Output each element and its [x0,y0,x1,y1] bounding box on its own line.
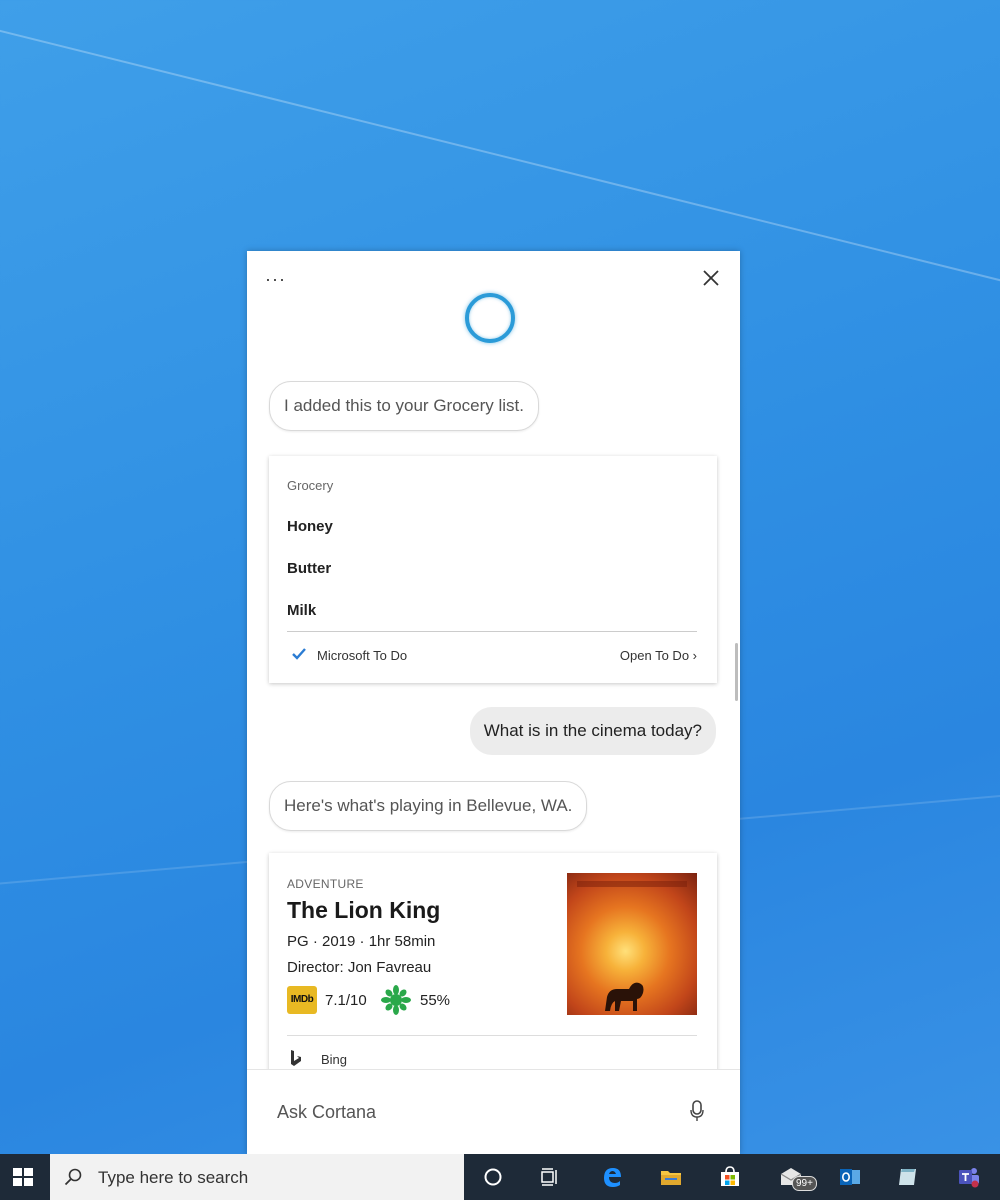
imdb-icon: IMDb [287,986,317,1014]
file-explorer-button[interactable] [648,1154,694,1200]
cortana-message: I added this to your Grocery list. [269,381,539,431]
microphone-icon[interactable] [690,1100,704,1122]
task-view-icon [541,1168,557,1186]
bing-source-label: Bing [321,1052,348,1067]
movie-title[interactable]: The Lion King [287,897,440,924]
teams-button[interactable] [946,1154,992,1200]
poster-title-band [577,881,687,887]
file-explorer-icon [661,1171,681,1185]
grocery-list-card[interactable]: Grocery Honey Butter Milk Microsoft To D… [269,456,717,683]
list-item: Milk [287,602,317,619]
search-placeholder: Type here to search [98,1168,249,1187]
outlook-button[interactable] [827,1154,873,1200]
cortana-window: ··· I added this to your Grocery list. G… [247,251,740,1154]
movie-director: Director: Jon Favreau [287,959,432,976]
conversation-area: I added this to your Grocery list. Groce… [247,361,740,1070]
cortana-message: Here's what's playing in Bellevue, WA. [269,781,588,831]
close-icon[interactable] [700,267,722,289]
card-footer: Microsoft To Do Open To Do › [287,646,697,666]
cortana-logo-icon [465,293,515,343]
open-todo-link[interactable]: Open To Do › [620,648,697,663]
more-options-button[interactable]: ··· [265,269,286,290]
taskbar: Type here to search 99+ [0,1154,1000,1200]
cortana-header: ··· [247,251,740,361]
start-button[interactable] [0,1154,46,1200]
movie-genre: ADVENTURE [287,877,364,891]
todo-source-label: Microsoft To Do [317,648,408,663]
list-title: Grocery [287,478,334,493]
store-icon [721,1166,739,1186]
edge-button[interactable] [589,1154,635,1200]
user-message: What is in the cinema today? [469,707,716,755]
mail-button[interactable]: 99+ [768,1154,817,1200]
store-button[interactable] [707,1154,753,1200]
divider [287,1035,697,1036]
teams-icon [959,1168,979,1188]
imdb-score: 7.1/10 [325,992,367,1009]
lion-silhouette-icon [605,982,644,1011]
search-icon [64,1168,82,1186]
list-item: Butter [287,560,332,577]
rotten-tomatoes-splat-icon [381,985,411,1015]
taskbar-search-box[interactable]: Type here to search [50,1154,464,1200]
movie-card[interactable]: ADVENTURE The Lion King PG · 2019 · 1hr … [269,853,717,1070]
notes-icon [899,1169,916,1185]
edge-icon [604,1168,621,1187]
outlook-icon [840,1169,860,1185]
scrollbar-thumb[interactable] [735,643,738,701]
task-view-button[interactable] [527,1154,573,1200]
ask-cortana-input[interactable] [275,1096,659,1128]
movie-meta: PG · 2019 · 1hr 58min [287,933,436,950]
ask-cortana-bar [247,1069,740,1154]
list-item: Honey [287,518,333,535]
cortana-taskbar-button[interactable] [470,1154,516,1200]
bing-icon [291,1050,301,1066]
movie-poster[interactable] [567,873,697,1015]
divider [287,631,697,632]
cortana-circle-icon [484,1168,502,1186]
windows-logo-icon [13,1168,33,1186]
mail-badge: 99+ [792,1176,817,1191]
rotten-tomatoes-score: 55% [420,992,451,1009]
sticky-notes-button[interactable] [885,1154,931,1200]
checkmark-icon [292,648,306,660]
